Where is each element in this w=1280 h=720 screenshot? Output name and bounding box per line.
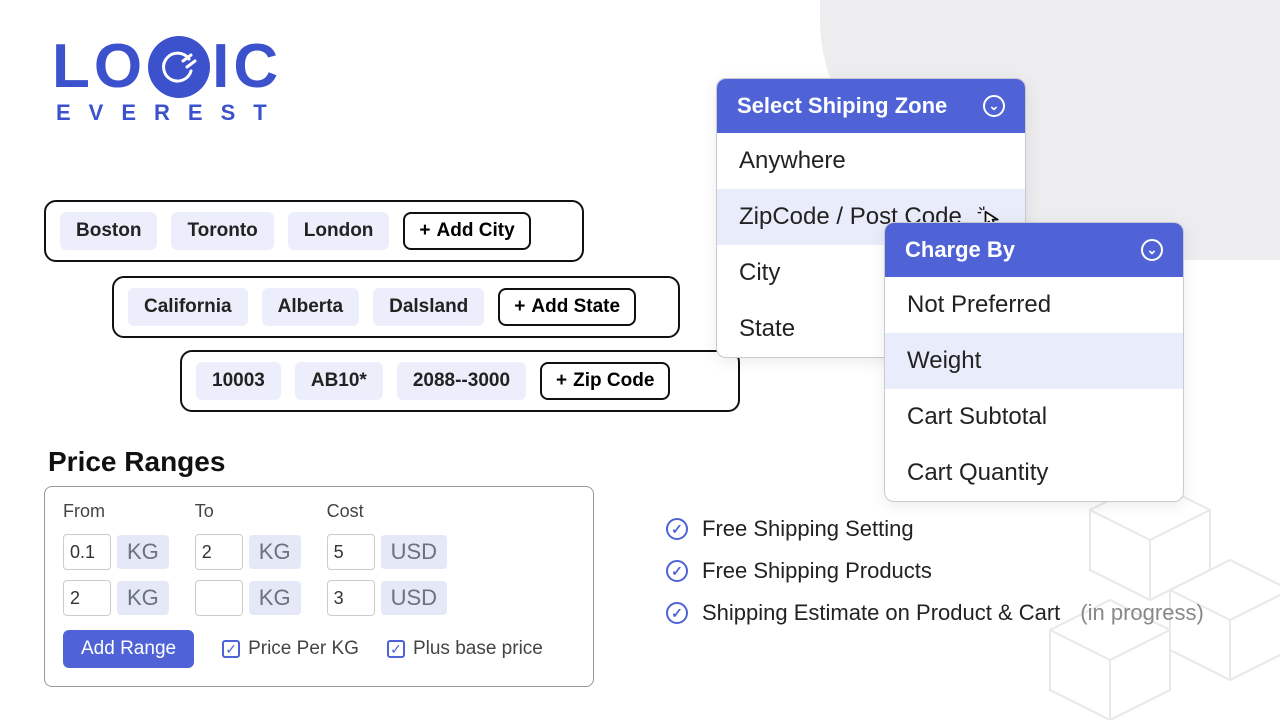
shipping-zone-header-label: Select Shiping Zone — [737, 93, 947, 119]
unit-kg: KG — [117, 535, 169, 569]
to-input-0[interactable] — [195, 534, 243, 570]
add-city-button[interactable]: + Add City — [403, 212, 530, 250]
add-state-label: Add State — [531, 296, 620, 318]
add-range-button[interactable]: Add Range — [63, 630, 194, 668]
zip-tag[interactable]: 2088--3000 — [397, 362, 526, 400]
plug-icon — [148, 36, 210, 98]
feature-label: Free Shipping Products — [702, 558, 932, 584]
charge-option-notpreferred[interactable]: Not Preferred — [885, 277, 1183, 333]
unit-kg: KG — [249, 581, 301, 615]
check-circle-icon — [666, 518, 688, 540]
state-group: California Alberta Dalsland + Add State — [112, 276, 680, 338]
chevron-down-icon: ⌄ — [1141, 239, 1163, 261]
logo-part-l: L — [52, 38, 94, 97]
col-cost-label: Cost — [327, 501, 447, 522]
charge-option-weight[interactable]: Weight — [885, 333, 1183, 389]
cost-input-0[interactable] — [327, 534, 375, 570]
logo-letter-o: O — [94, 38, 146, 97]
plus-icon: + — [514, 296, 525, 318]
to-input-1[interactable] — [195, 580, 243, 616]
charge-by-dropdown-header[interactable]: Charge By ⌄ — [885, 223, 1183, 277]
from-input-1[interactable] — [63, 580, 111, 616]
feature-note: (in progress) — [1080, 600, 1203, 626]
add-city-label: Add City — [437, 220, 515, 242]
feature-shipping-estimate: Shipping Estimate on Product & Cart (in … — [666, 600, 1204, 626]
checkbox-icon: ✓ — [387, 640, 405, 658]
plus-icon: + — [419, 220, 430, 242]
add-zip-button[interactable]: + Zip Code — [540, 362, 670, 400]
logo-part-ic: IC — [212, 38, 282, 97]
feature-label: Shipping Estimate on Product & Cart — [702, 600, 1060, 626]
cost-input-1[interactable] — [327, 580, 375, 616]
feature-free-shipping-setting: Free Shipping Setting — [666, 516, 1204, 542]
shipping-zone-dropdown-header[interactable]: Select Shiping Zone ⌄ — [717, 79, 1025, 133]
charge-by-dropdown: Charge By ⌄ Not Preferred Weight Cart Su… — [884, 222, 1184, 502]
feature-free-shipping-products: Free Shipping Products — [666, 558, 1204, 584]
state-tag[interactable]: California — [128, 288, 248, 326]
city-tag[interactable]: London — [288, 212, 390, 250]
check-circle-icon — [666, 602, 688, 624]
feature-list: Free Shipping Setting Free Shipping Prod… — [666, 516, 1204, 626]
zip-tag[interactable]: AB10* — [295, 362, 383, 400]
charge-by-header-label: Charge By — [905, 237, 1015, 263]
city-tag[interactable]: Toronto — [171, 212, 273, 250]
checkbox-icon: ✓ — [222, 640, 240, 658]
city-tag[interactable]: Boston — [60, 212, 157, 250]
plus-base-price-label: Plus base price — [413, 638, 543, 660]
state-tag[interactable]: Alberta — [262, 288, 359, 326]
add-state-button[interactable]: + Add State — [498, 288, 636, 326]
plus-base-price-checkbox[interactable]: ✓ Plus base price — [387, 638, 543, 660]
unit-usd: USD — [381, 535, 447, 569]
chevron-down-icon: ⌄ — [983, 95, 1005, 117]
price-ranges-heading: Price Ranges — [48, 446, 225, 478]
col-to-label: To — [195, 501, 301, 522]
col-from-label: From — [63, 501, 169, 522]
zip-group: 10003 AB10* 2088--3000 + Zip Code — [180, 350, 740, 412]
zip-tag[interactable]: 10003 — [196, 362, 281, 400]
zone-option-anywhere[interactable]: Anywhere — [717, 133, 1025, 189]
price-per-kg-checkbox[interactable]: ✓ Price Per KG — [222, 638, 359, 660]
check-circle-icon — [666, 560, 688, 582]
price-per-kg-label: Price Per KG — [248, 638, 359, 660]
unit-usd: USD — [381, 581, 447, 615]
from-input-0[interactable] — [63, 534, 111, 570]
plus-icon: + — [556, 370, 567, 392]
unit-kg: KG — [117, 581, 169, 615]
charge-option-quantity[interactable]: Cart Quantity — [885, 445, 1183, 501]
feature-label: Free Shipping Setting — [702, 516, 914, 542]
price-ranges-panel: From KG KG To KG KG Cost — [44, 486, 594, 687]
state-tag[interactable]: Dalsland — [373, 288, 484, 326]
city-group: Boston Toronto London + Add City — [44, 200, 584, 262]
brand-logo: L O IC EVEREST — [52, 36, 285, 126]
charge-option-subtotal[interactable]: Cart Subtotal — [885, 389, 1183, 445]
unit-kg: KG — [249, 535, 301, 569]
add-zip-label: Zip Code — [573, 370, 654, 392]
logo-tagline: EVEREST — [56, 100, 285, 126]
